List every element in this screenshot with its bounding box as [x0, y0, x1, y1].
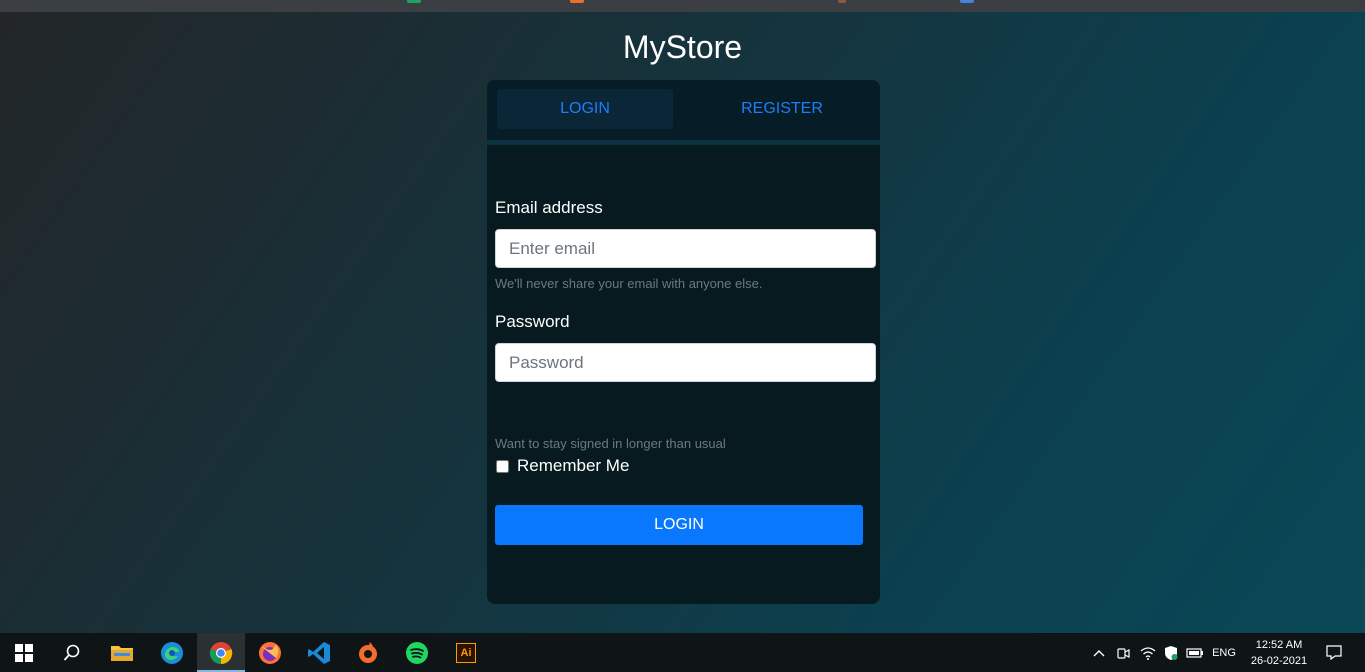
illustrator-icon[interactable]: Ai: [442, 633, 490, 672]
wifi-icon[interactable]: [1136, 633, 1160, 672]
notifications-icon[interactable]: [1320, 633, 1348, 672]
email-label: Email address: [495, 198, 603, 217]
spotify-icon[interactable]: [393, 633, 441, 672]
remember-me[interactable]: Remember Me: [495, 456, 629, 476]
meet-now-icon[interactable]: [1112, 633, 1134, 672]
edge-icon[interactable]: [148, 633, 196, 672]
clock-date: 26-02-2021: [1250, 655, 1308, 667]
file-explorer-icon[interactable]: [98, 633, 146, 672]
password-field[interactable]: [495, 343, 876, 382]
tab-bar: LOGIN REGISTER: [487, 80, 880, 140]
origin-icon[interactable]: [344, 633, 392, 672]
tab-icon[interactable]: [570, 0, 584, 3]
tab-icon[interactable]: [960, 0, 974, 3]
email-field[interactable]: [495, 229, 876, 268]
search-icon[interactable]: [48, 633, 96, 672]
chrome-icon[interactable]: [197, 633, 245, 672]
chevron-up-icon[interactable]: [1088, 633, 1110, 672]
windows-start-icon[interactable]: [0, 633, 48, 672]
security-shield-icon[interactable]: [1160, 633, 1182, 672]
password-label: Password: [495, 312, 570, 331]
firefox-icon[interactable]: [246, 633, 294, 672]
tab-login[interactable]: LOGIN: [497, 89, 673, 129]
illustrator-label: Ai: [456, 642, 476, 663]
taskbar: Ai ENG 12:52 AM 26-02-2021: [0, 633, 1365, 672]
remember-checkbox[interactable]: [496, 459, 509, 473]
battery-icon[interactable]: [1183, 633, 1207, 672]
tab-divider: [487, 140, 880, 145]
login-card: LOGIN REGISTER Email address We'll never…: [487, 80, 880, 604]
clock[interactable]: 12:52 AM 26-02-2021: [1240, 637, 1318, 669]
remember-label: Remember Me: [517, 456, 630, 475]
tab-register[interactable]: REGISTER: [694, 89, 870, 129]
stay-signed-text: Want to stay signed in longer than usual: [495, 436, 726, 451]
tab-icon[interactable]: [838, 0, 846, 3]
email-help-text: We'll never share your email with anyone…: [495, 276, 763, 291]
page-title: MyStore: [622, 29, 743, 65]
vscode-icon[interactable]: [295, 633, 343, 672]
browser-top-strip: [0, 0, 1365, 12]
tab-icon[interactable]: [407, 0, 421, 3]
login-submit-button[interactable]: LOGIN: [495, 505, 863, 545]
language-indicator[interactable]: ENG: [1208, 633, 1240, 672]
clock-time: 12:52 AM: [1255, 639, 1303, 651]
